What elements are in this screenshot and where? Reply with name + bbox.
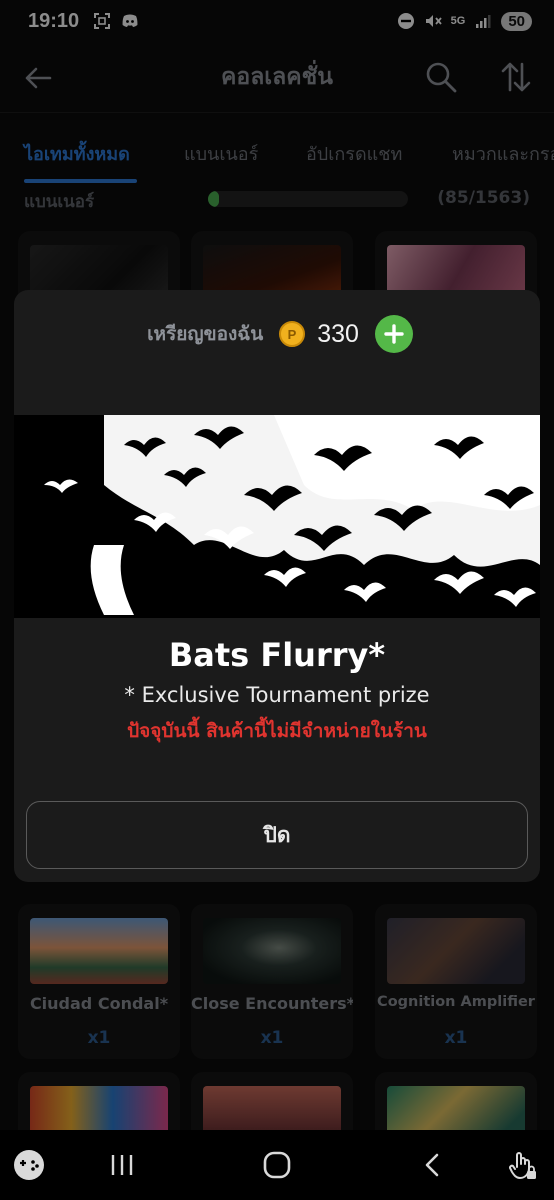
coins-balance: 330 <box>317 319 359 348</box>
not-for-sale-warning: ปัจจุบันนี้ สินค้านี้ไม่มีจำหน่ายในร้าน <box>127 720 427 742</box>
coin-icon: P <box>279 321 306 347</box>
bats-flurry-artwork <box>14 415 540 618</box>
my-coins-row: เหรียญของฉัน P 330 <box>14 314 540 354</box>
back-chevron-icon <box>425 1153 439 1177</box>
item-detail-dialog: เหรียญของฉัน P 330 Bats Flurry* * Exclus… <box>14 290 540 882</box>
item-title: Bats Flurry* <box>168 636 386 674</box>
back-button[interactable] <box>415 1148 449 1182</box>
recent-apps-button[interactable] <box>105 1148 139 1182</box>
game-launcher-button[interactable] <box>12 1148 46 1182</box>
system-navigation-bar <box>0 1130 554 1200</box>
home-button[interactable] <box>260 1148 294 1182</box>
coin-symbol: P <box>288 327 297 342</box>
coins-label: เหรียญของฉัน <box>147 323 264 345</box>
close-button[interactable]: ปิด <box>26 801 528 869</box>
banner-preview-image <box>14 415 540 618</box>
item-note: * Exclusive Tournament prize <box>124 683 430 707</box>
touch-lock-button[interactable] <box>506 1148 540 1182</box>
gamepad-icon <box>14 1150 44 1180</box>
plus-icon <box>384 324 404 344</box>
recent-apps-icon <box>111 1155 133 1175</box>
hand-lock-icon <box>509 1152 536 1180</box>
add-coins-button[interactable] <box>374 315 413 353</box>
home-icon <box>263 1151 291 1179</box>
